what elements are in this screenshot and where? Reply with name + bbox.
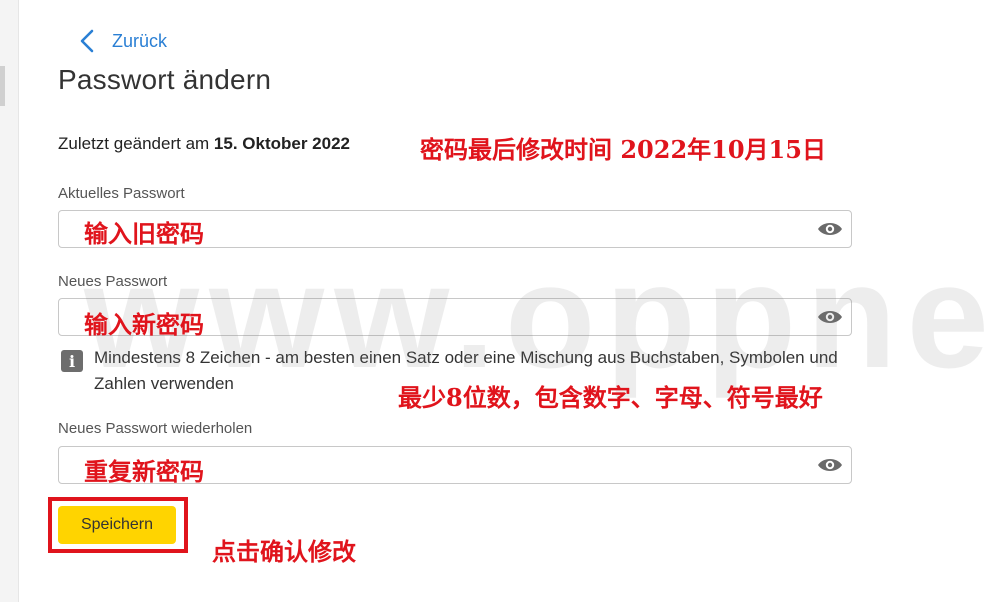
repeat-password-label: Neues Passwort wiederholen <box>58 420 253 437</box>
left-rail <box>0 0 19 602</box>
annotation-confirm: 点击确认修改 <box>212 537 356 566</box>
back-label: Zurück <box>112 30 168 51</box>
annotation-last-changed: 密码最后修改时间 2022年10月15日 <box>420 135 826 164</box>
left-rail-tab[interactable] <box>0 66 5 106</box>
info-icon: i <box>61 350 83 372</box>
eye-icon[interactable] <box>817 308 843 326</box>
chevron-left-icon <box>80 29 94 53</box>
last-changed-prefix: Zuletzt geändert am <box>58 134 214 153</box>
last-changed-date: 15. Oktober 2022 <box>213 134 350 153</box>
annotation-new-password: 输入新密码 <box>84 310 204 339</box>
new-password-label: Neues Passwort <box>58 273 168 290</box>
eye-icon[interactable] <box>817 220 843 238</box>
current-password-label: Aktuelles Passwort <box>58 185 185 202</box>
last-changed-text: Zuletzt geändert am 15. Oktober 2022 <box>58 134 350 154</box>
eye-icon[interactable] <box>817 456 843 474</box>
annotation-old-password: 输入旧密码 <box>84 219 204 248</box>
save-button[interactable]: Speichern <box>58 506 176 544</box>
annotation-repeat-password: 重复新密码 <box>84 457 204 486</box>
back-link[interactable]: Zurück <box>78 28 167 54</box>
page-title: Passwort ändern <box>58 64 272 95</box>
annotation-rules: 最少8位数，包含数字、字母、符号最好 <box>398 383 823 412</box>
